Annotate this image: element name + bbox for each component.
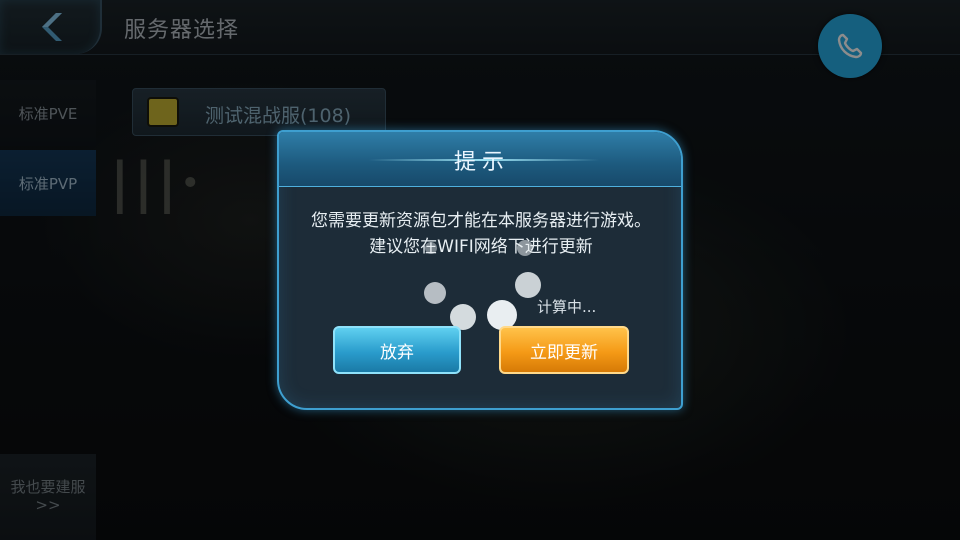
update-dialog: 提示 您需要更新资源包才能在本服务器进行游戏。建议您在WIFI网络下进行更新 计… xyxy=(277,130,683,410)
cancel-button-label: 放弃 xyxy=(380,342,414,363)
spinner-dot xyxy=(517,240,533,256)
progress-text: 计算中... xyxy=(537,298,597,316)
update-now-button-label: 立即更新 xyxy=(530,342,598,363)
dialog-message: 您需要更新资源包才能在本服务器进行游戏。建议您在WIFI网络下进行更新 xyxy=(311,211,651,257)
spinner-dot xyxy=(424,282,446,304)
update-now-button[interactable]: 立即更新 xyxy=(499,326,629,374)
cancel-button[interactable]: 放弃 xyxy=(333,326,461,374)
dialog-title: 提示 xyxy=(453,150,510,175)
spinner-dot xyxy=(515,272,541,298)
spinner-dot xyxy=(425,242,437,254)
